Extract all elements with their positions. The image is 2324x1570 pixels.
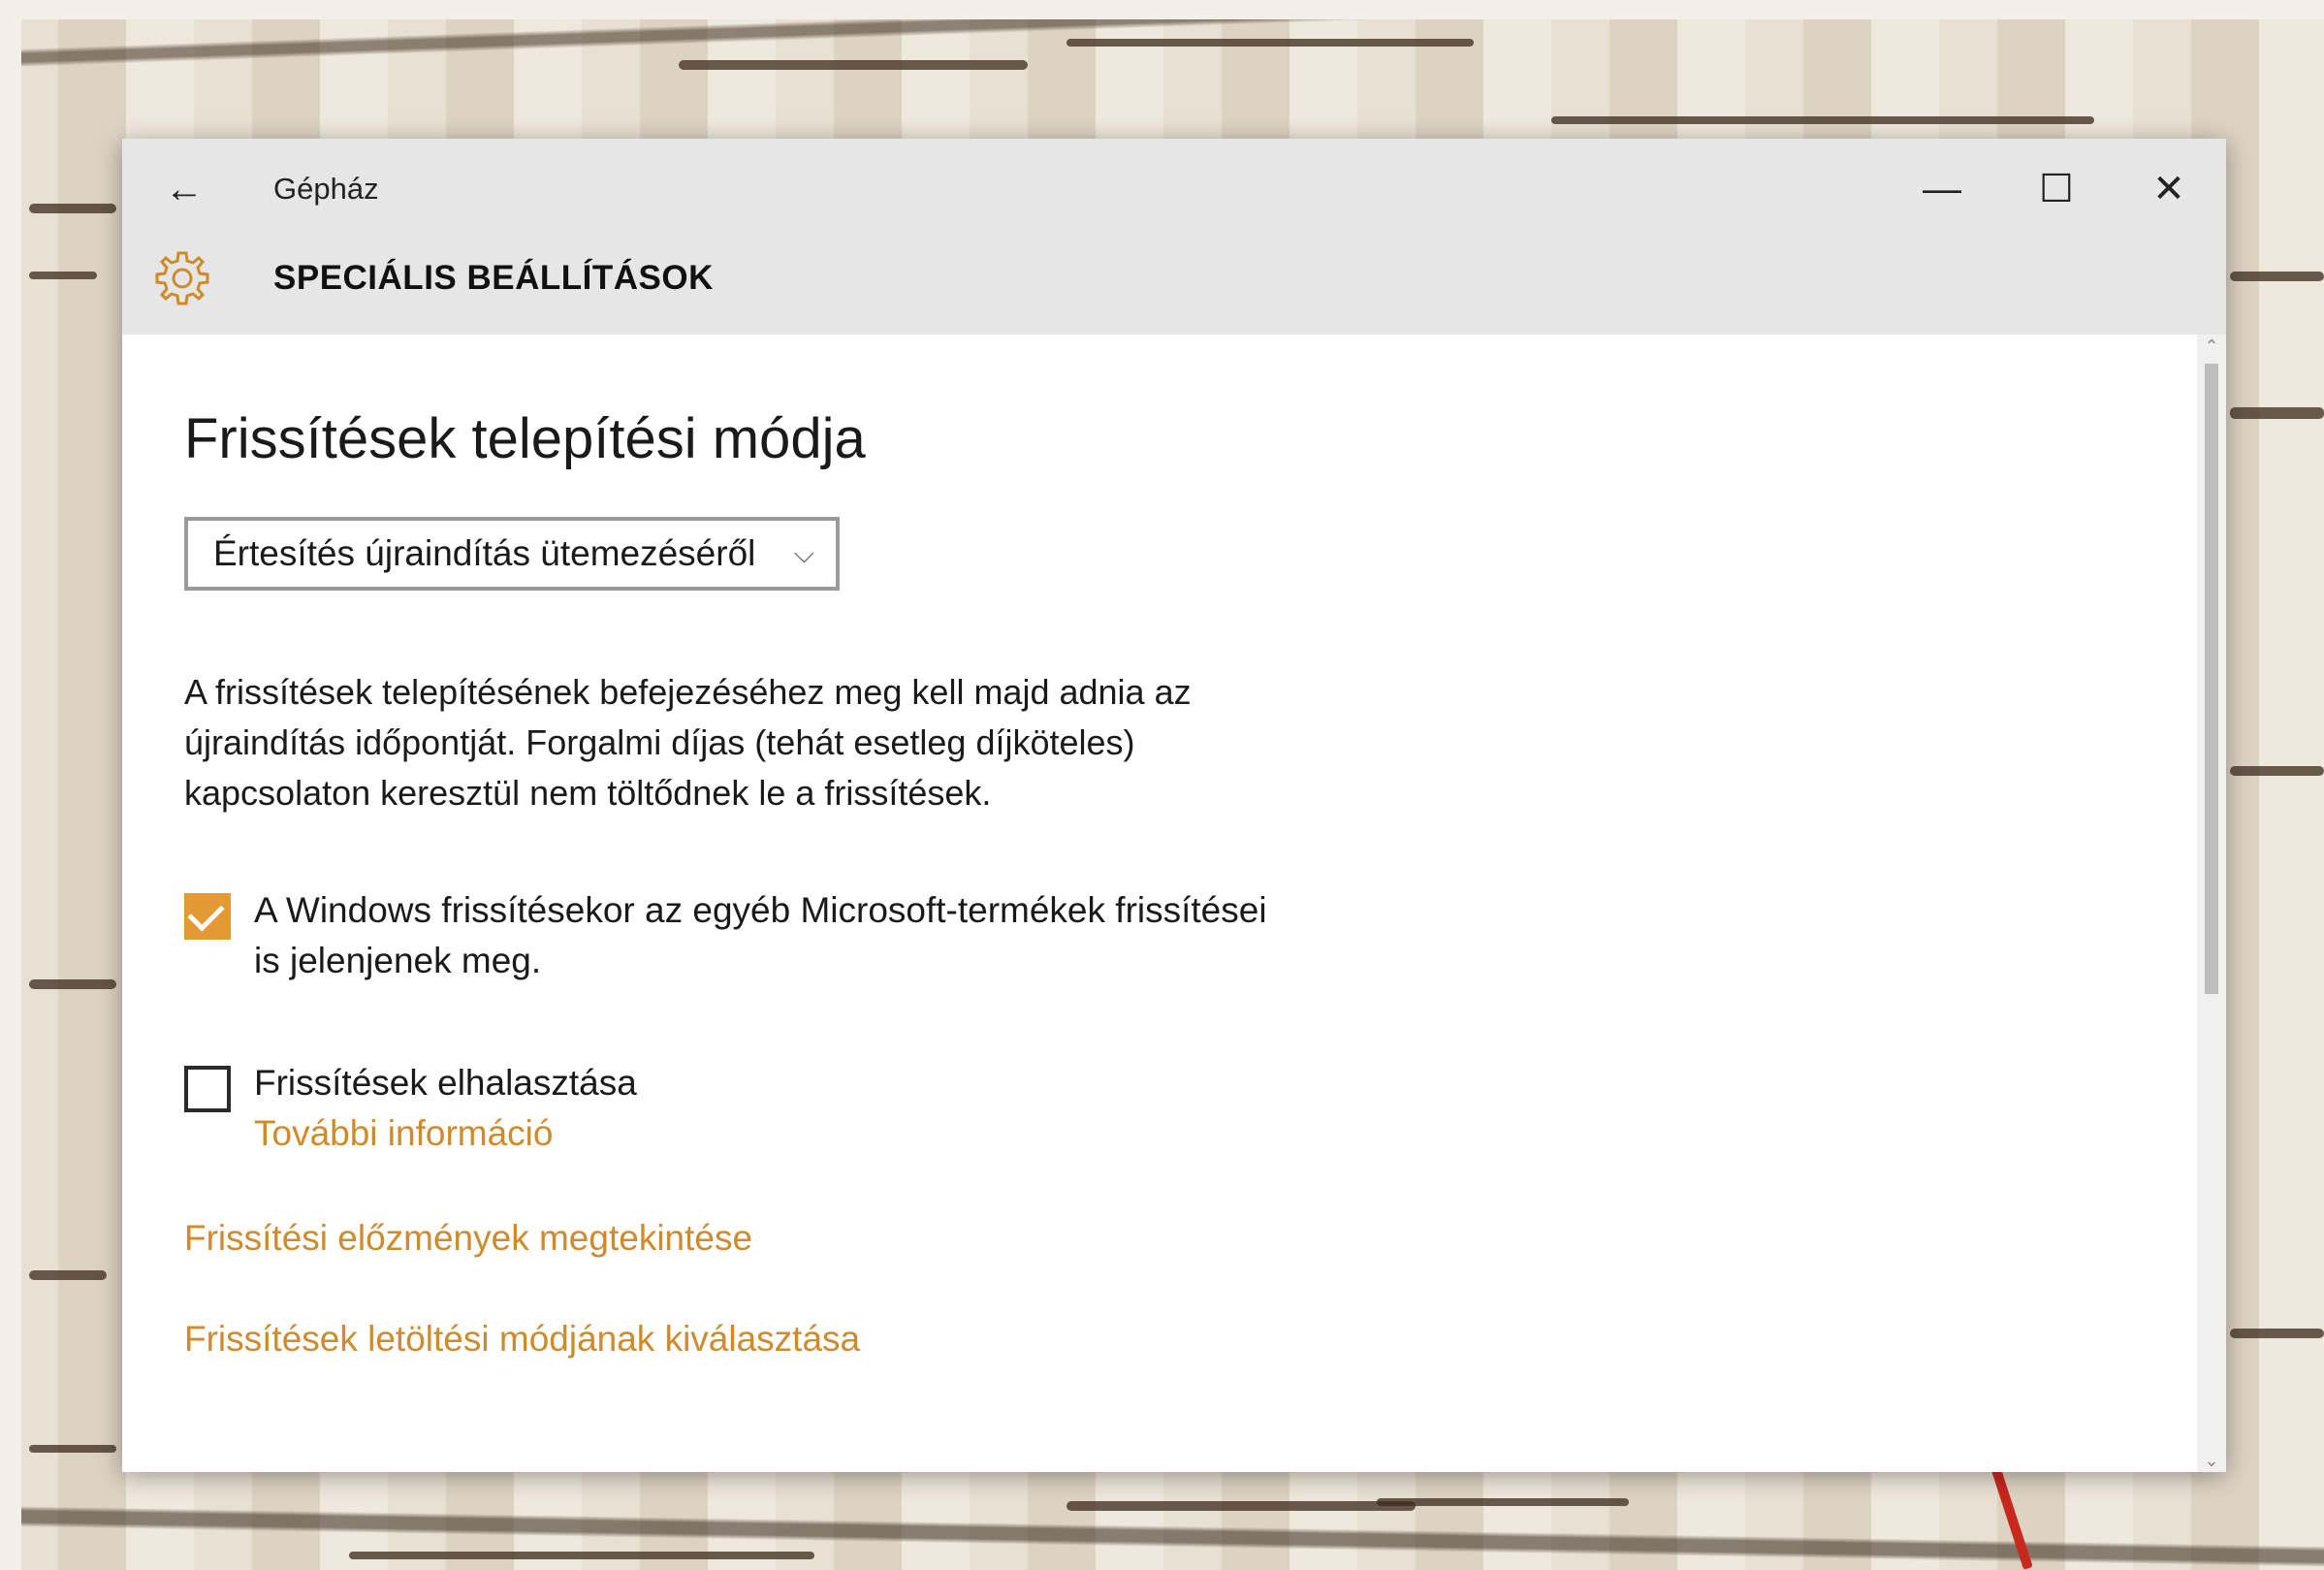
checkmark-icon xyxy=(187,894,225,932)
more-info-link[interactable]: További információ xyxy=(254,1108,553,1159)
scroll-up-icon[interactable]: ⌃ xyxy=(2197,335,2226,358)
bark-streak xyxy=(1377,1498,1629,1506)
download-mode-link[interactable]: Frissítések letöltési módjának kiválaszt… xyxy=(184,1314,860,1364)
scroll-thumb[interactable] xyxy=(2205,364,2218,994)
page-header-title: SPECIÁLIS BEÁLLÍTÁSOK xyxy=(273,259,714,297)
bark-streak xyxy=(29,204,116,213)
bark-streak xyxy=(1066,1501,1416,1511)
gear-icon xyxy=(155,251,209,305)
bark-streak xyxy=(29,272,97,279)
bark-streak xyxy=(29,1445,116,1453)
defer-updates-label: Frissítések elhalasztása xyxy=(254,1063,637,1103)
bark-streak xyxy=(29,1270,107,1280)
close-button[interactable]: ✕ xyxy=(2125,150,2213,228)
minimize-button[interactable]: — xyxy=(1898,150,1986,228)
title-bar: ← Gépház — ☐ ✕ SPECIÁLIS BEÁLLÍTÁSOK xyxy=(122,139,2226,335)
dropdown-selected-value: Értesítés újraindítás ütemezéséről xyxy=(213,533,756,573)
install-mode-description: A frissítések telepítésének befejezéséhe… xyxy=(184,672,1192,813)
bark-streak xyxy=(2230,272,2324,281)
desktop-edge xyxy=(0,0,2324,19)
bark-streak xyxy=(1066,39,1474,47)
bark-streak xyxy=(2230,766,2324,776)
install-mode-dropdown[interactable]: Értesítés újraindítás ütemezéséről ⌵ xyxy=(184,517,840,591)
bark-streak xyxy=(679,60,1028,70)
bark-streak xyxy=(29,979,116,989)
bark-streak xyxy=(2230,407,2324,419)
back-button[interactable]: ← xyxy=(155,158,213,220)
vertical-scrollbar[interactable]: ⌃ ⌄ xyxy=(2197,335,2226,1472)
other-products-label: A Windows frissítésekor az egyéb Microso… xyxy=(254,890,1267,980)
maximize-button[interactable]: ☐ xyxy=(2013,150,2100,228)
bark-streak xyxy=(349,1552,814,1559)
chevron-down-icon: ⌵ xyxy=(793,538,814,568)
section-title: Frissítések telepítési módja xyxy=(184,407,866,470)
settings-content: Frissítések telepítési módja Értesítés ú… xyxy=(122,335,2226,1472)
desktop-edge xyxy=(0,0,21,1570)
defer-updates-checkbox[interactable] xyxy=(184,1066,231,1112)
bark-streak xyxy=(2230,1329,2324,1338)
other-products-checkbox[interactable] xyxy=(184,893,231,940)
scroll-down-icon[interactable]: ⌄ xyxy=(2197,1449,2226,1472)
bark-streak xyxy=(1551,116,2094,124)
settings-window: ← Gépház — ☐ ✕ SPECIÁLIS BEÁLLÍTÁSOK Fri… xyxy=(122,139,2226,1472)
app-title: Gépház xyxy=(273,172,379,206)
arrow-left-icon: ← xyxy=(165,168,204,210)
update-history-link[interactable]: Frissítési előzmények megtekintése xyxy=(184,1213,752,1264)
